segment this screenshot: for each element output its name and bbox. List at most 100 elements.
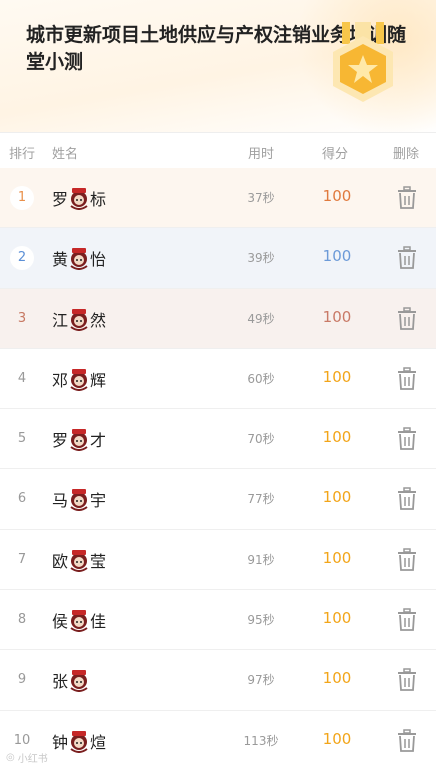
score: 100 bbox=[322, 548, 352, 567]
player-name: 罗才 bbox=[52, 427, 107, 452]
time-used: 113秒 bbox=[243, 733, 279, 748]
table-row: 8 侯佳 95秒 100 bbox=[0, 590, 436, 651]
delete-button[interactable] bbox=[396, 668, 418, 692]
name-first: 江 bbox=[52, 310, 69, 330]
delete-button[interactable] bbox=[396, 306, 418, 331]
column-score: 得分 bbox=[322, 147, 349, 162]
rank-number: 3 bbox=[17, 310, 27, 326]
table-row: 1 罗标 37秒 100 bbox=[0, 168, 436, 229]
name-last: 莹 bbox=[90, 551, 107, 571]
score: 100 bbox=[322, 307, 352, 326]
time-used: 97秒 bbox=[247, 673, 275, 688]
time-used: 60秒 bbox=[247, 371, 275, 386]
delete-button[interactable] bbox=[396, 367, 418, 391]
trash-icon bbox=[396, 246, 418, 274]
column-header: 排行 姓名 用时 得分 删除 bbox=[0, 132, 436, 168]
score: 100 bbox=[322, 247, 352, 266]
name-last: 煊 bbox=[90, 732, 107, 752]
trash-icon bbox=[396, 668, 418, 696]
watermark-text: 小红书 bbox=[17, 754, 48, 765]
table-row: 7 欧 莹 91秒 100 bbox=[0, 530, 436, 591]
delete-button[interactable] bbox=[396, 728, 418, 753]
name-last: 宇 bbox=[90, 491, 107, 511]
trash-icon bbox=[396, 487, 418, 515]
name-first: 侯 bbox=[52, 612, 69, 632]
sticker-mask-icon bbox=[67, 487, 91, 512]
player-name: 侯佳 bbox=[52, 608, 106, 633]
rank-number: 6 bbox=[17, 491, 27, 507]
header: 城市更新项目土地供应与产权注销业务培训随堂小测 bbox=[0, 0, 436, 132]
name-first: 邓 bbox=[52, 370, 69, 390]
trash-icon bbox=[396, 548, 418, 576]
table-row: 2 黄怡 39秒 100 bbox=[0, 228, 436, 289]
name-first: 钟 bbox=[52, 732, 69, 752]
time-used: 70秒 bbox=[247, 432, 275, 447]
sticker-mask-icon bbox=[67, 548, 91, 572]
delete-button[interactable] bbox=[396, 427, 418, 451]
sticker-mask-icon bbox=[67, 427, 91, 452]
column-name: 姓名 bbox=[52, 147, 79, 162]
delete-button[interactable] bbox=[396, 608, 418, 632]
time-used: 39秒 bbox=[247, 251, 275, 266]
trash-icon bbox=[396, 608, 418, 636]
player-name: 黄怡 bbox=[52, 246, 107, 271]
rank-number: 8 bbox=[17, 612, 27, 628]
table-row: 4 邓 辉 60秒 100 bbox=[0, 349, 436, 410]
score: 100 bbox=[322, 609, 352, 628]
score: 100 bbox=[322, 367, 352, 386]
sticker-mask-icon bbox=[67, 729, 91, 753]
name-last: 怡 bbox=[90, 250, 107, 270]
trash-icon bbox=[396, 367, 418, 395]
name-first: 罗 bbox=[52, 190, 69, 209]
trash-icon bbox=[396, 186, 418, 214]
name-last: 标 bbox=[90, 190, 107, 209]
time-used: 77秒 bbox=[247, 492, 275, 507]
player-name: 张 bbox=[52, 668, 91, 693]
player-name: 江然 bbox=[52, 307, 106, 331]
rank-number: 9 bbox=[17, 672, 27, 688]
table-row: 6 马宇 77秒 100 bbox=[0, 469, 436, 530]
table-row: 10 钟煊 113秒 100 bbox=[0, 711, 436, 769]
column-rank: 排行 bbox=[9, 147, 36, 162]
rank-number: 2 bbox=[10, 246, 34, 271]
column-delete: 删除 bbox=[393, 147, 420, 162]
rank-number: 5 bbox=[17, 431, 27, 447]
sticker-mask-icon bbox=[67, 307, 91, 331]
ranking-list: 1 罗标 37秒 100 2 黄怡 39秒 100 3 江然 49秒 100 4 邓辉 60秒 100 5 罗才 7… bbox=[0, 168, 436, 769]
score: 100 bbox=[322, 729, 352, 748]
delete-button[interactable] bbox=[396, 186, 418, 210]
delete-button[interactable] bbox=[396, 487, 418, 511]
name-first: 黄 bbox=[52, 250, 69, 270]
time-used: 37秒 bbox=[247, 191, 275, 205]
score: 100 bbox=[322, 488, 352, 507]
name-first: 马 bbox=[52, 491, 69, 511]
column-time: 用时 bbox=[248, 147, 275, 162]
score: 100 bbox=[322, 669, 352, 688]
time-used: 91秒 bbox=[247, 552, 275, 567]
name-last: 才 bbox=[90, 431, 107, 451]
name-first: 罗 bbox=[52, 431, 69, 451]
rank-number: 1 bbox=[10, 186, 34, 210]
sticker-mask-icon bbox=[67, 668, 91, 693]
name-last: 然 bbox=[90, 310, 107, 330]
player-name: 罗标 bbox=[52, 186, 106, 210]
watermark: ◎ 小红书 bbox=[6, 750, 48, 765]
rank-number: 4 bbox=[17, 370, 27, 386]
sticker-mask-icon bbox=[67, 246, 91, 271]
name-first: 张 bbox=[52, 672, 69, 692]
trash-icon bbox=[396, 306, 418, 335]
trash-icon bbox=[396, 728, 418, 757]
table-row: 5 罗才 70秒 100 bbox=[0, 409, 436, 470]
delete-button[interactable] bbox=[396, 548, 418, 572]
name-first: 欧 bbox=[52, 551, 69, 571]
score: 100 bbox=[322, 187, 352, 205]
medal-star-icon bbox=[333, 22, 393, 102]
player-name: 钟煊 bbox=[52, 729, 106, 753]
name-last: 辉 bbox=[90, 370, 107, 390]
time-used: 95秒 bbox=[247, 613, 275, 628]
sticker-mask-icon bbox=[67, 608, 91, 633]
rank-number: 7 bbox=[17, 551, 27, 567]
player-name: 马宇 bbox=[52, 487, 107, 512]
sticker-mask-icon bbox=[67, 186, 91, 210]
delete-button[interactable] bbox=[396, 246, 418, 270]
